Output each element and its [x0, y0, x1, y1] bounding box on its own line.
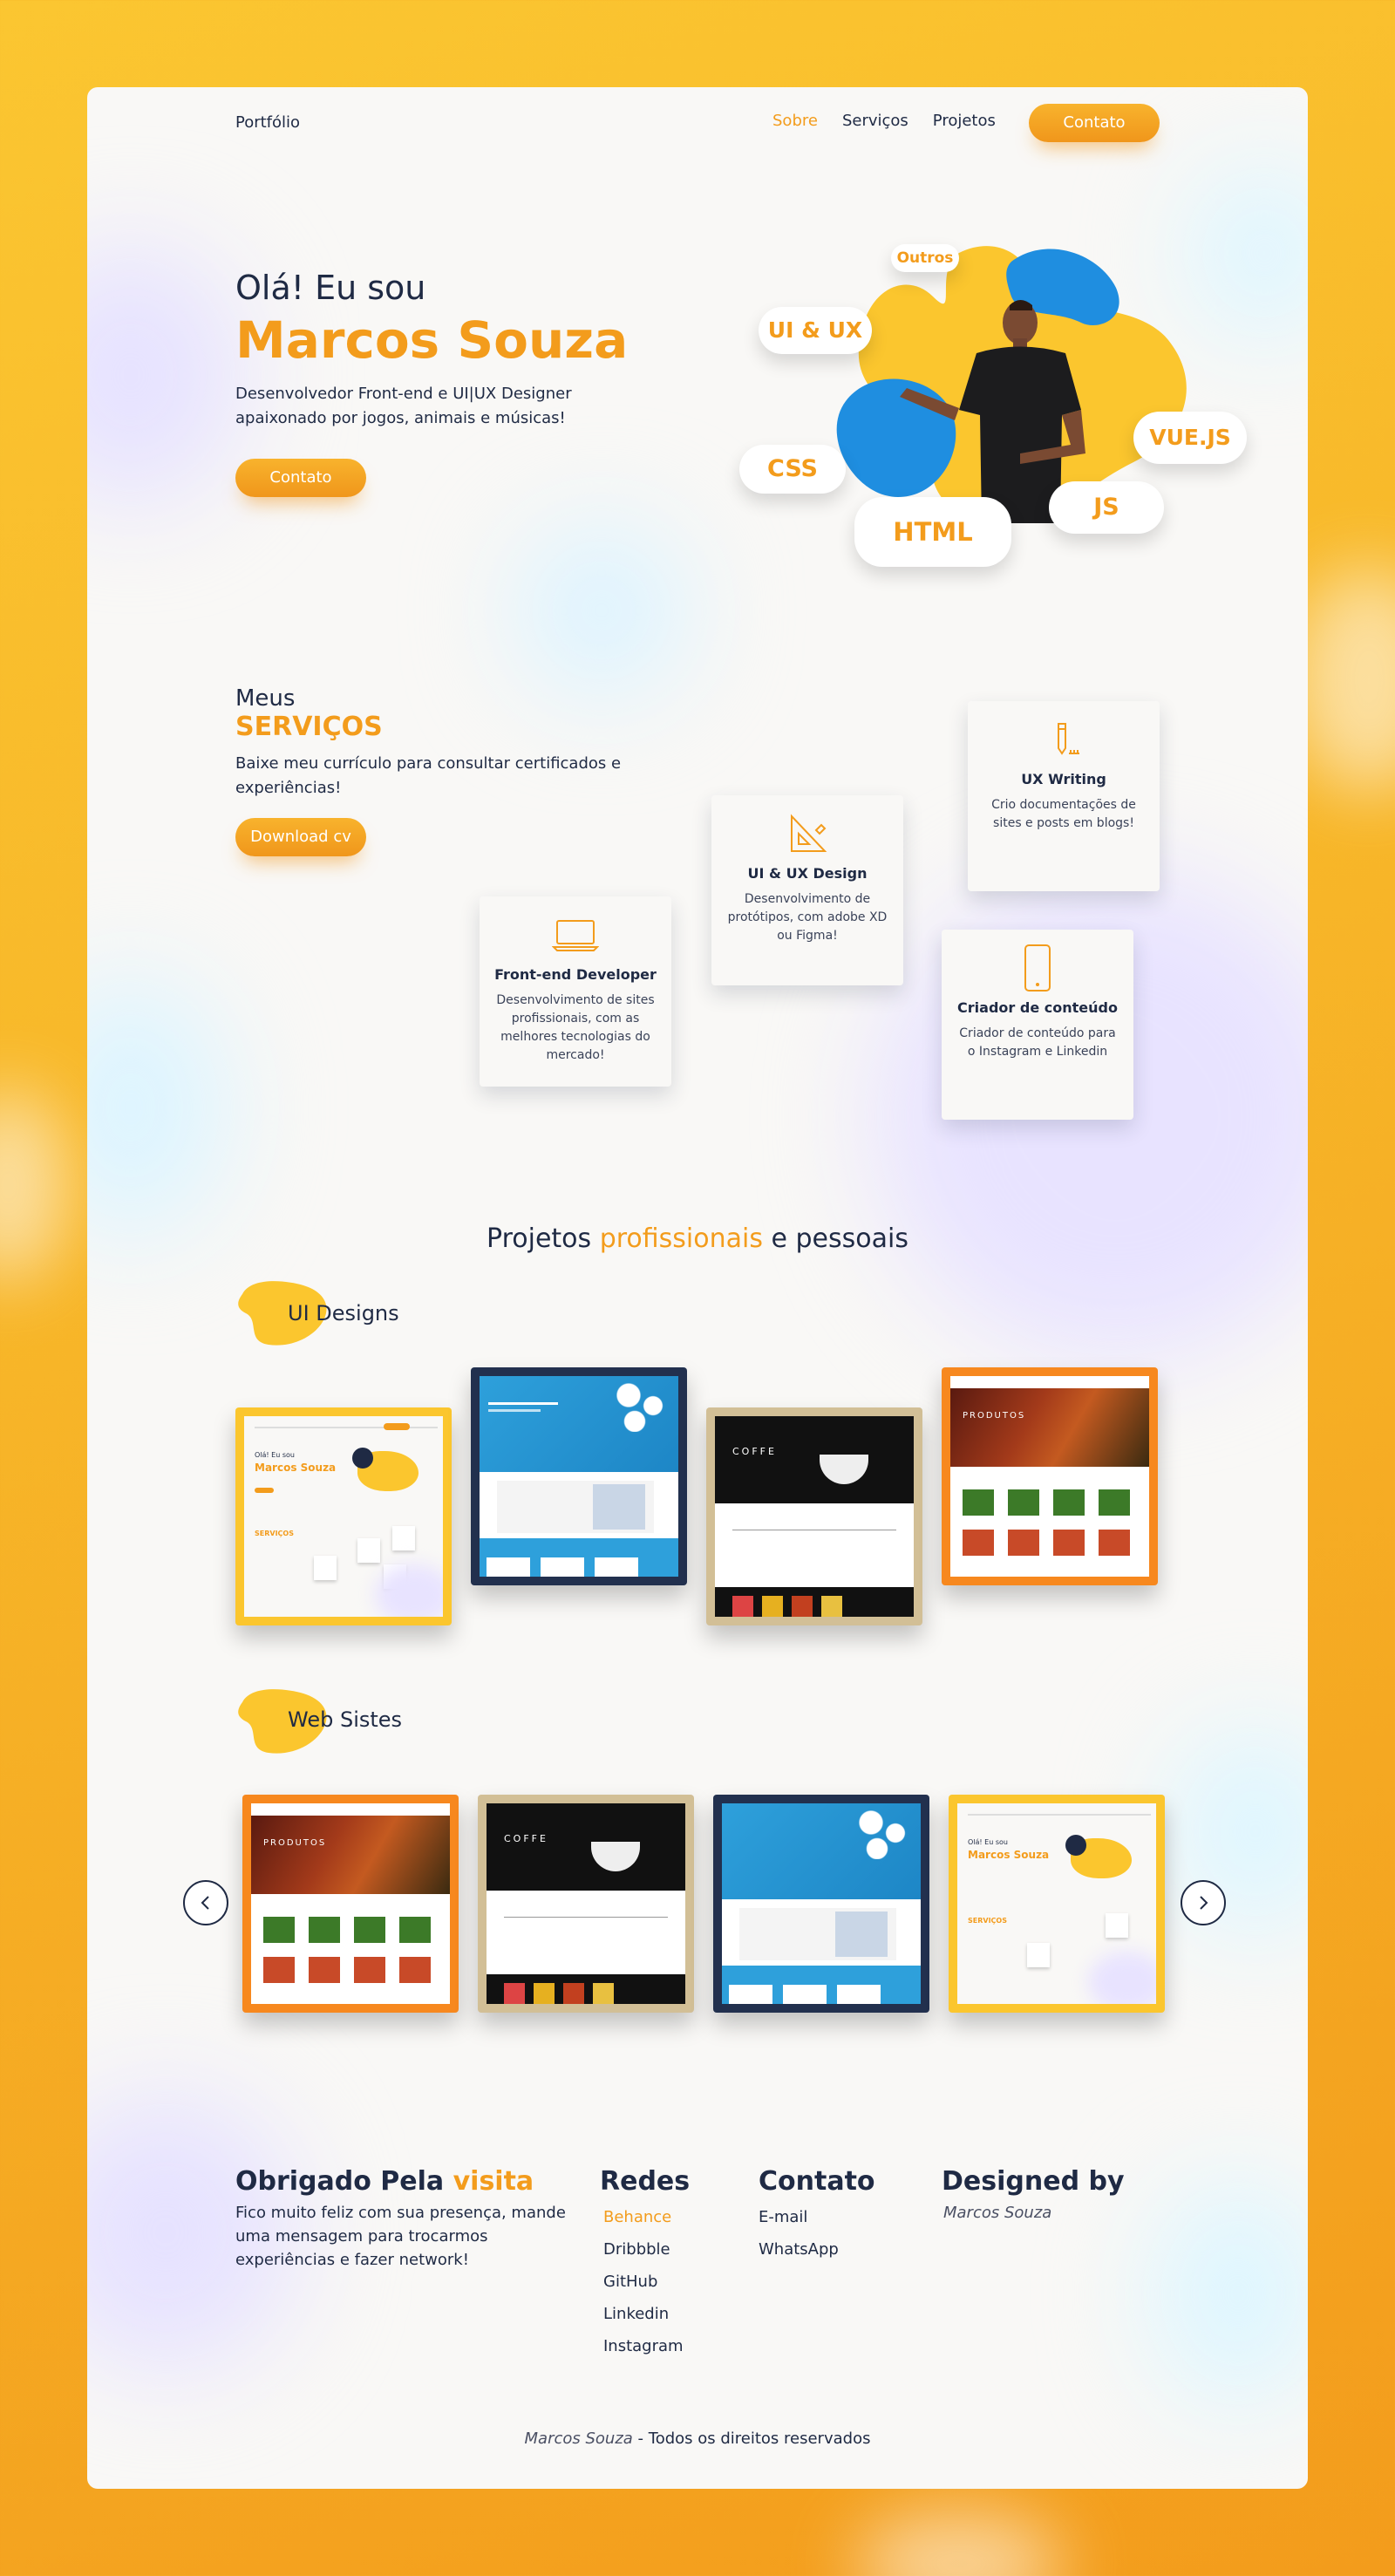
mini-text: PRODUTOS — [963, 1411, 1026, 1421]
skill-tag-outros: Outros — [891, 244, 959, 272]
footer-designed-heading: Designed by — [942, 2166, 1125, 2197]
footer-thanks-heading: Obrigado Pela visita — [235, 2166, 534, 2197]
mini-text: SERVIÇOS — [255, 1530, 294, 1537]
project-thumbnail-pharma[interactable] — [471, 1367, 687, 1585]
service-card-title: Front-end Developer — [494, 966, 657, 983]
copyright-text: - Todos os direitos reservados — [632, 2429, 871, 2448]
hero-name: Marcos Souza — [235, 310, 629, 370]
skill-tag-ui-ux: UI & UX — [759, 307, 872, 354]
web-sites-label: Web Sistes — [288, 1707, 403, 1732]
services-description: Baixe meu currículo para consultar certi… — [235, 754, 622, 797]
laptop-icon — [492, 910, 659, 959]
background-glow — [854, 2511, 1064, 2576]
footer-designer-name: Marcos Souza — [943, 2204, 1052, 2222]
copyright-name: Marcos Souza — [524, 2429, 633, 2448]
chevron-left-icon — [201, 1896, 209, 1910]
project-thumbnail-produce[interactable]: PRODUTOS — [942, 1367, 1158, 1585]
service-card-desc: Desenvolvimento de protótipos, com adobe… — [727, 892, 888, 943]
ui-designs-label: UI Designs — [288, 1301, 399, 1325]
mini-text: COFFE — [504, 1833, 548, 1844]
chevron-right-icon — [1200, 1896, 1208, 1910]
service-card-desc: Desenvolvimento de sites profissionais, … — [496, 993, 655, 1062]
service-card-title: UI & UX Design — [747, 865, 868, 882]
nav-link-servicos[interactable]: Serviços — [842, 112, 908, 130]
footer-link-whatsapp[interactable]: WhatsApp — [759, 2233, 839, 2266]
website-thumbnail-pharma[interactable] — [713, 1795, 929, 2013]
main-nav: Sobre Serviços Projetos — [772, 112, 996, 130]
mini-text: PRODUTOS — [263, 1838, 327, 1848]
projects-title-start: Projetos — [487, 1223, 600, 1254]
nav-link-projetos[interactable]: Projetos — [933, 112, 996, 130]
services-title: SERVIÇOS — [235, 712, 383, 742]
brand-logo[interactable]: Portfólio — [235, 113, 300, 132]
service-card-desc: Criador de conteúdo para o Instagram e L… — [959, 1026, 1116, 1059]
service-card-content-creator: Criador de conteúdo Criador de conteúdo … — [942, 930, 1133, 1120]
background-glow — [0, 1090, 70, 1282]
mini-text: Olá! Eu sou — [255, 1451, 295, 1459]
project-thumbnail-coffee[interactable]: COFFE — [706, 1407, 922, 1625]
mini-text: SERVIÇOS — [968, 1917, 1007, 1925]
set-square-icon — [724, 809, 891, 858]
copyright: Marcos Souza - Todos os direitos reserva… — [87, 2429, 1308, 2448]
projects-title: Projetos profissionais e pessoais — [87, 1223, 1308, 1254]
service-card-ux-writing: UX Writing Crio documentações de sites e… — [968, 701, 1160, 891]
footer-link-instagram[interactable]: Instagram — [603, 2330, 684, 2362]
footer-contato-list: E-mail WhatsApp — [759, 2201, 839, 2266]
footer-link-behance[interactable]: Behance — [603, 2201, 684, 2233]
footer-link-github[interactable]: GitHub — [603, 2266, 684, 2298]
mini-text: Olá! Eu sou — [968, 1838, 1008, 1846]
decor-glow — [87, 977, 227, 1238]
portfolio-page: Portfólio Sobre Serviços Projetos Contat… — [87, 87, 1308, 2489]
nav-link-sobre[interactable]: Sobre — [772, 112, 818, 130]
hero-greeting: Olá! Eu sou — [235, 269, 426, 307]
decor-glow — [1151, 2180, 1308, 2407]
footer-redes-heading: Redes — [600, 2166, 691, 2197]
skill-tag-js: JS — [1049, 481, 1164, 534]
skill-tag-css: CSS — [739, 445, 846, 494]
mini-text: Marcos Souza — [968, 1849, 1050, 1861]
footer-contato-heading: Contato — [759, 2166, 875, 2197]
projects-title-end: e pessoais — [762, 1223, 908, 1254]
footer-redes-list: Behance Dribbble GitHub Linkedin Instagr… — [603, 2201, 684, 2362]
carousel-next-button[interactable] — [1181, 1880, 1226, 1925]
carousel-prev-button[interactable] — [183, 1880, 228, 1925]
service-card-title: UX Writing — [1021, 771, 1106, 787]
website-thumbnail-coffee[interactable]: COFFE — [478, 1795, 694, 2013]
service-card-desc: Crio documentações de sites e posts em b… — [991, 798, 1136, 830]
hero-contact-button[interactable]: Contato — [235, 459, 366, 497]
projects-title-highlight: profissionais — [599, 1223, 763, 1254]
skill-tag-vuejs: VUE.JS — [1133, 412, 1247, 464]
service-card-ui-ux-design: UI & UX Design Desenvolvimento de protót… — [711, 795, 903, 985]
footer-link-email[interactable]: E-mail — [759, 2201, 839, 2233]
service-card-front-end: Front-end Developer Desenvolvimento de s… — [480, 896, 671, 1087]
website-thumbnail-portfolio[interactable]: Olá! Eu sou Marcos Souza SERVIÇOS — [949, 1795, 1165, 2013]
skill-tag-html: HTML — [854, 497, 1011, 567]
decor-glow — [87, 244, 244, 506]
footer-link-linkedin[interactable]: Linkedin — [603, 2298, 684, 2330]
smartphone-icon — [954, 944, 1121, 992]
decor-glow — [1186, 166, 1308, 340]
pencil-ruler-icon — [980, 715, 1147, 764]
footer-thanks-highlight: visita — [453, 2166, 534, 2197]
footer-thanks-text: Fico muito feliz com sua presença, mande… — [235, 2204, 566, 2269]
mini-text: COFFE — [732, 1446, 777, 1457]
hero-illustration: Outros UI & UX CSS HTML JS VUE.JS — [645, 235, 1247, 610]
footer-thanks-start: Obrigado Pela — [235, 2166, 453, 2197]
download-cv-button[interactable]: Download cv — [235, 818, 366, 856]
nav-contact-button[interactable]: Contato — [1029, 104, 1160, 142]
website-thumbnail-produce[interactable]: PRODUTOS — [242, 1795, 459, 2013]
footer-link-dribbble[interactable]: Dribbble — [603, 2233, 684, 2266]
project-thumbnail-portfolio[interactable]: Olá! Eu sou Marcos Souza SERVIÇOS — [235, 1407, 452, 1625]
services-kicker: Meus — [235, 685, 296, 712]
hero-description: Desenvolvedor Front-end e UI|UX Designer… — [235, 385, 572, 427]
mini-text: Marcos Souza — [255, 1462, 337, 1474]
service-card-title: Criador de conteúdo — [957, 999, 1118, 1016]
